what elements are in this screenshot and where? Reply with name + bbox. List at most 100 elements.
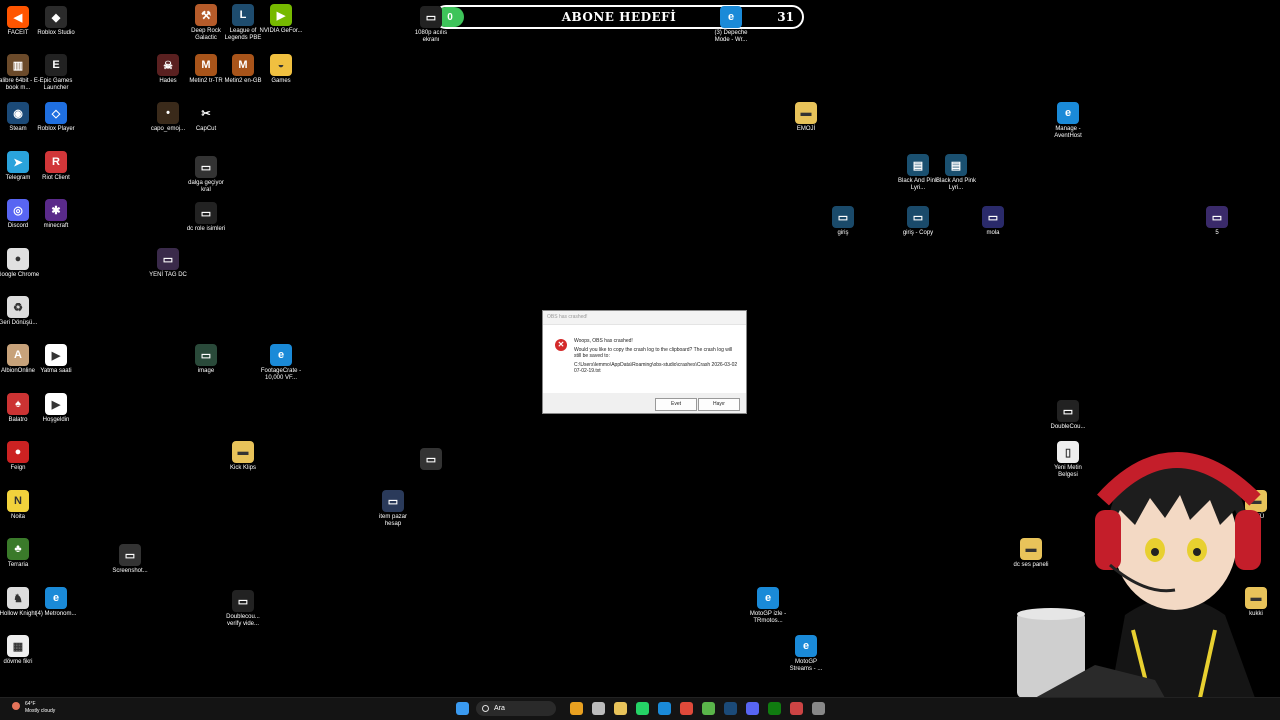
desktop-icon-label: Google Chrome [0,272,40,278]
error-icon: ✕ [555,339,567,351]
no-button[interactable]: Hayır [698,398,740,411]
desktop-icon-metronom[interactable]: e (4) Metronom... [34,587,78,618]
desktop-icon-label: Noita [10,514,25,520]
desktop-icon-nvidia[interactable]: ▶ NVIDIA GeFor... [259,4,303,35]
desktop-icon-item-pazar[interactable]: ▭ item pazar hesap [371,490,415,528]
giris-icon: ▭ [832,206,854,228]
dialog-heading: Woops, OBS has crashed! [574,338,633,344]
desktop-icon-motogp2[interactable]: e MotoGP Streams - ... [784,635,828,673]
weather-widget[interactable]: 64°F Mostly cloudy [12,701,55,715]
desktop-icon-dovme[interactable]: ▦ dövme fikri [0,635,40,666]
desktop-icon-terraria[interactable]: ♣ Terraria [0,538,40,569]
desktop-icon-label: MotoGP Streams - ... [789,659,823,672]
yeni-tag-icon: ▭ [157,248,179,270]
taskbar-widgets-icon[interactable] [570,702,583,715]
taskbar-antivirus-icon[interactable] [790,702,803,715]
hollow-icon: ♞ [7,587,29,609]
giris-copy-icon: ▭ [907,206,929,228]
desktop-icon-feign[interactable]: ● Feign [0,441,40,472]
desktop-icon-label: Riot Client [42,175,70,181]
search-icon [482,705,489,712]
chrome-icon: ● [7,248,29,270]
desktop-icon-roblox-studio[interactable]: ◆ Roblox Studio [34,6,78,37]
desktop-icon-footage[interactable]: e FootageCrate - 10,000 VF... [259,344,303,382]
taskbar-settings-icon[interactable] [812,702,825,715]
desktop-icon-label: MotoGP izle - TRmotos... [749,611,787,624]
roblox-player-icon: ◇ [45,102,67,124]
desktop-icon-noita[interactable]: N Noita [0,490,40,521]
desktop-icon-label: (3) Depeche Mode - Wr... [714,30,748,43]
taskbar-chrome-icon[interactable] [680,702,693,715]
taskbar-whatsapp-icon[interactable] [636,702,649,715]
desktop-icon-minecraft[interactable]: ✱ minecraft [34,199,78,230]
desktop-icon-mola[interactable]: ▭ mola [971,206,1015,237]
dc-role-icon: ▭ [195,202,217,224]
taskbar-start-icon[interactable] [456,702,469,715]
desktop-icon-dc-role[interactable]: ▭ dc role isimleri [184,202,228,233]
desktop-icon-riot[interactable]: R Riot Client [34,151,78,182]
footage-icon: e [270,344,292,366]
desktop-icon-epic[interactable]: E Epic Games Launcher [34,54,78,92]
taskbar-edge-icon[interactable] [658,702,671,715]
faceit-icon: ◀ [7,6,29,28]
yatma-icon: ▶ [45,344,67,366]
desktop-icon-label: giriş [837,230,849,236]
desktop-icon-doublecou2[interactable]: ▭ Doublecou... verify vide... [221,590,265,628]
desktop-icon-hosgeldin[interactable]: ▶ Hoşgeldin [34,393,78,424]
desktop-icon-yatma[interactable]: ▶ Yatma saati [34,344,78,375]
desktop-icon-emoji[interactable]: ▬ EMOJİ [784,102,828,133]
desktop-icon-label: (4) Metronom... [35,611,77,617]
desktop-icon-bp2[interactable]: ▤ Black And Pink Lyri... [934,154,978,192]
taskbar-task-view-icon[interactable] [592,702,605,715]
desktop-icon-recycle[interactable]: ♻ Geri Dönüşü... [0,296,40,327]
five-icon: ▭ [1206,206,1228,228]
desktop-icon-five[interactable]: ▭ 5 [1195,206,1239,237]
desktop-icon-games[interactable]: ◒ Games [259,54,303,85]
streamer-avatar [1017,452,1261,698]
taskbar-xbox-icon[interactable] [768,702,781,715]
desktop-icon-kick[interactable]: ▬ Kick Klips [221,441,265,472]
desktop-icon-roblox-player[interactable]: ◇ Roblox Player [34,102,78,133]
depeche-icon: e [720,6,742,28]
taskbar-search[interactable]: Ara [476,701,556,716]
yes-button[interactable]: Evet [655,398,697,411]
desktop-icon-label: dc role isimleri [186,226,226,232]
desktop-icon-chrome[interactable]: ● Google Chrome [0,248,40,279]
desktop-icon-giris[interactable]: ▭ giriş [821,206,865,237]
desktop-icon-label: Hoşgeldin [42,417,70,423]
taskbar-xbox-app-icon[interactable] [702,702,715,715]
telegram-icon: ➤ [7,151,29,173]
goal-target: 31 [777,10,794,24]
taskbar-steam-icon[interactable] [724,702,737,715]
desktop-icon-label: Yatma saati [40,368,72,374]
desktop-icon-acilis[interactable]: ▭ 1080p acılıs ekranı [409,6,453,44]
mola-icon: ▭ [982,206,1004,228]
obs-crash-dialog: OBS has crashed! ✕ Woops, OBS has crashe… [542,310,747,414]
bp2-icon: ▤ [945,154,967,176]
desktop-icon-yeni-tag[interactable]: ▭ YENİ TAG DC [146,248,190,279]
hosgeldin-icon: ▶ [45,393,67,415]
epic-icon: E [45,54,67,76]
motogp1-icon: e [757,587,779,609]
minecraft-icon: ✱ [45,199,67,221]
desktop-icon-giris-copy[interactable]: ▭ giriş - Copy [896,206,940,237]
weather-temp: 64°F [25,701,36,707]
desktop-icon-unnamed[interactable]: ▭ [409,448,453,472]
desktop-icon-capcut[interactable]: ✂ CapCut [184,102,228,133]
desktop-icon-dalga[interactable]: ▭ dalga geçiyor kral [184,156,228,194]
desktop-icon-image[interactable]: ▭ image [184,344,228,375]
desktop-icon-motogp1[interactable]: e MotoGP izle - TRmotos... [746,587,790,625]
desktop-icon-doublecou1[interactable]: ▭ DoubleCou... [1046,400,1090,431]
desktop-icon-screenshot[interactable]: ▭ Screenshot... [108,544,152,575]
hades-icon: ☠ [157,54,179,76]
desktop-icon-depeche[interactable]: e (3) Depeche Mode - Wr... [709,6,753,44]
taskbar-file-explorer-icon[interactable] [614,702,627,715]
taskbar-discord-icon[interactable] [746,702,759,715]
dialog-path: C:\Users\lemmo\AppData\Roaming\obs-studi… [574,362,738,374]
desktop-icon-label: minecraft [43,223,69,229]
weather-text: Mostly cloudy [25,708,56,714]
desktop-icon-aventhost[interactable]: e Manage - AventHost [1046,102,1090,140]
games-icon: ◒ [270,54,292,76]
desktop-icon-label: YENİ TAG DC [149,272,187,278]
item-pazar-icon: ▭ [382,490,404,512]
